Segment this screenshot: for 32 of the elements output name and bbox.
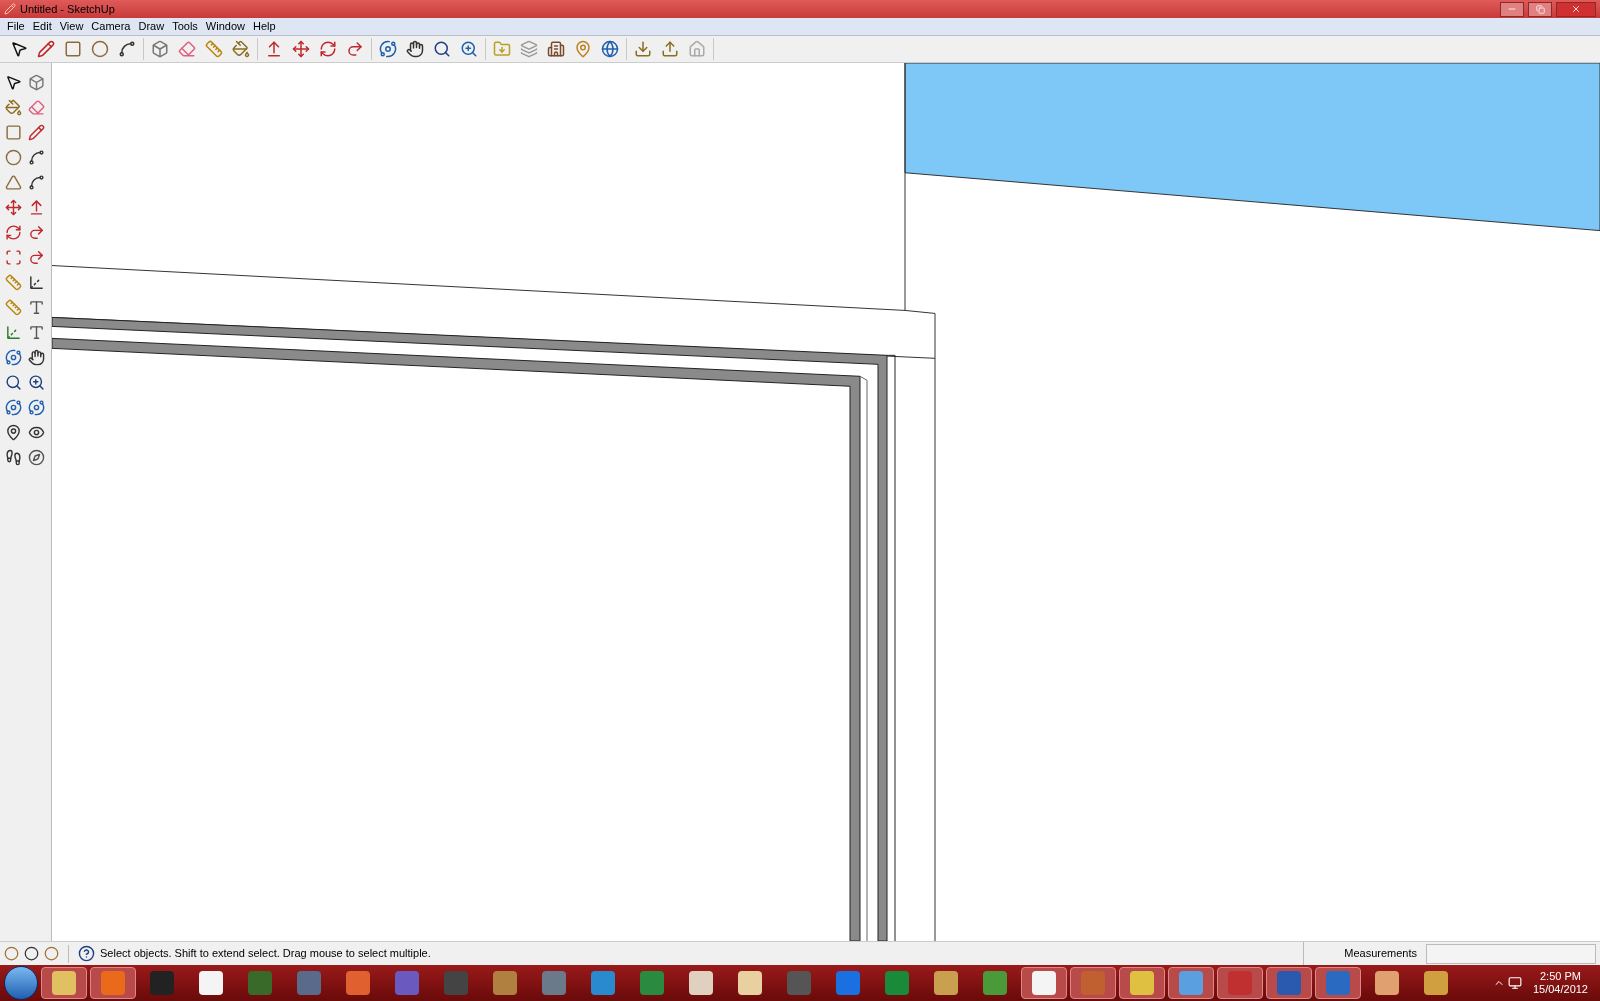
menu-item[interactable]: Draw: [134, 18, 169, 35]
status-hint: Select objects. Shift to extend select. Drag mouse to select multiple.: [100, 946, 431, 962]
pencil-icon[interactable]: [35, 38, 57, 60]
menu-item[interactable]: Camera: [87, 18, 135, 35]
start-button[interactable]: [4, 966, 38, 1000]
window-title: Untitled - SketchUp: [20, 1, 115, 17]
copyright-icon[interactable]: [44, 946, 59, 961]
help-icon[interactable]: [78, 945, 95, 962]
menu-item[interactable]: Edit: [28, 18, 56, 35]
paint-bucket-icon[interactable]: [230, 38, 252, 60]
globe-icon[interactable]: [599, 38, 621, 60]
menu-item[interactable]: Window: [201, 18, 249, 35]
move-icon[interactable]: [290, 38, 312, 60]
eraser-icon[interactable]: [176, 38, 198, 60]
tape-measure-icon[interactable]: [203, 38, 225, 60]
geo-location-icon[interactable]: [4, 946, 19, 961]
measurements-label: Measurements: [1344, 946, 1417, 962]
taskbar-app[interactable]: [1021, 967, 1067, 999]
circle-icon[interactable]: [89, 38, 111, 60]
menu-item[interactable]: View: [55, 18, 88, 35]
layers-icon[interactable]: [518, 38, 540, 60]
menu-item[interactable]: Help: [248, 18, 280, 35]
network-icon[interactable]: [1507, 976, 1522, 990]
clock-time: 2:50 PM: [1540, 970, 1581, 983]
app-icon: [4, 3, 16, 15]
clock-date: 15/04/2012: [1532, 983, 1588, 996]
hand-icon[interactable]: [404, 38, 426, 60]
menu-item[interactable]: File: [3, 18, 29, 35]
credits-icon[interactable]: [24, 946, 39, 961]
menu-item[interactable]: Tools: [168, 18, 202, 35]
orbit-icon[interactable]: [377, 38, 399, 60]
close-icon[interactable]: [1571, 4, 1581, 14]
